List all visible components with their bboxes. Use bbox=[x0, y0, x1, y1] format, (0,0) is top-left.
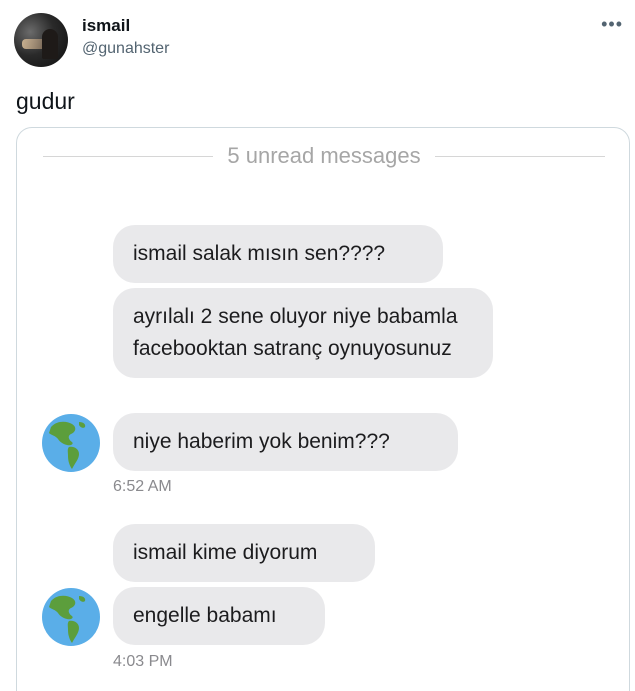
message-bubble: niye haberim yok benim??? bbox=[113, 413, 458, 471]
unread-label: 5 unread messages bbox=[227, 143, 421, 168]
divider-line bbox=[434, 155, 606, 157]
message-bubble: ismail kime diyorum bbox=[113, 524, 375, 582]
handle[interactable]: @gunahster bbox=[82, 40, 169, 58]
more-icon[interactable]: ••• bbox=[601, 14, 623, 35]
avatar[interactable] bbox=[14, 13, 68, 67]
message-bubble: ayrılalı 2 sene oluyor niye babamla face… bbox=[113, 288, 493, 378]
tweet-text: gudur bbox=[16, 88, 75, 114]
display-name[interactable]: ismail bbox=[82, 16, 130, 36]
unread-divider: 5 unread messages bbox=[43, 143, 606, 168]
globe-americas-icon bbox=[42, 588, 100, 646]
message-bubble: ismail salak mısın sen???? bbox=[113, 225, 443, 283]
globe-americas-icon bbox=[42, 414, 100, 472]
media-card[interactable]: 5 unread messages ismail salak mısın sen… bbox=[16, 127, 630, 691]
message-bubble: engelle babamı bbox=[113, 587, 325, 645]
timestamp: 6:52 AM bbox=[113, 478, 172, 495]
tweet: ismail @gunahster ••• gudur 5 unread mes… bbox=[0, 0, 635, 691]
divider-line bbox=[43, 155, 214, 157]
timestamp: 4:03 PM bbox=[113, 653, 173, 670]
